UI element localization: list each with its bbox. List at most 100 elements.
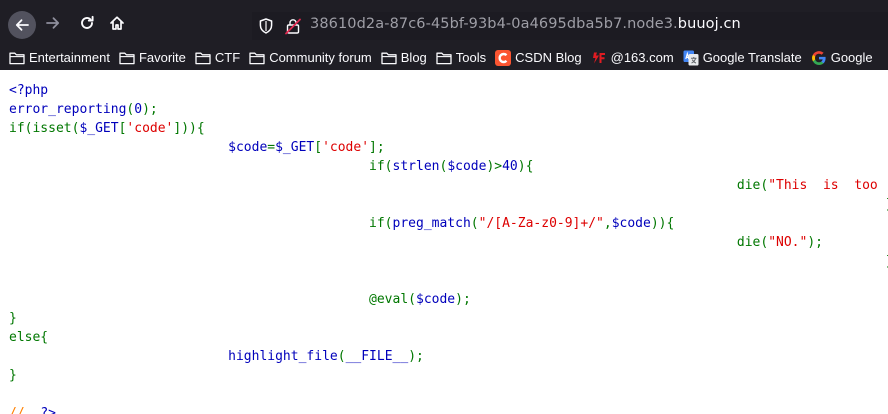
code-token: )> <box>486 159 503 174</box>
code-token: ); <box>455 292 471 307</box>
code-token: ?> <box>40 406 56 414</box>
code-token: 40 <box>502 159 518 174</box>
code-token: @eval( <box>9 292 416 307</box>
bookmark-label: @163.com <box>610 50 674 65</box>
code-token: , <box>603 216 612 231</box>
page-content: <?php error_reporting(0); if(isset($_GET['… <box>0 70 888 414</box>
bookmark-favorite[interactable]: Favorite <box>119 50 186 66</box>
bookmark-label: Blog <box>400 50 427 65</box>
code-token: ); <box>408 349 424 364</box>
code-token: $code <box>9 140 268 155</box>
code-line <box>9 385 888 404</box>
code-token: [ <box>314 140 323 155</box>
code-token: "This is too Long." <box>768 178 878 193</box>
bookmark-163-com[interactable]: @163.com <box>591 50 674 66</box>
bookmark-community-forum[interactable]: Community forum <box>249 50 372 66</box>
bookmark-blog[interactable]: Blog <box>381 50 427 66</box>
code-line: highlight_file(__FILE__); <box>9 347 888 366</box>
folder-icon <box>119 50 135 66</box>
insecure-lock-icon[interactable] <box>284 17 302 39</box>
browser-chrome: 38610d2a-87c6-45bf-93b4-0a4695dba5b7.nod… <box>0 0 888 70</box>
navigation-toolbar: 38610d2a-87c6-45bf-93b4-0a4695dba5b7.nod… <box>0 0 888 44</box>
code-token: 'code' <box>126 121 174 136</box>
home-button[interactable] <box>104 10 130 36</box>
code-token: )){ <box>650 216 675 231</box>
bookmark-ctf[interactable]: CTF <box>195 50 240 66</box>
code-line: } <box>9 195 888 214</box>
bookmark-entertainment[interactable]: Entertainment <box>9 50 110 66</box>
code-line: if(isset($_GET['code'])){ <box>9 119 888 138</box>
bookmark-label: Tools <box>455 50 487 65</box>
code-line: error_reporting(0); <box>9 100 888 119</box>
bookmark-tools[interactable]: Tools <box>436 50 486 66</box>
folder-icon <box>381 50 397 66</box>
bookmark-label: Entertainment <box>29 50 110 65</box>
url-path: 38610d2a-87c6-45bf-93b4-0a4695dba5b7.nod… <box>310 16 678 32</box>
code-token: if( <box>369 159 393 174</box>
back-button[interactable] <box>8 11 36 39</box>
code-token: ){ <box>517 159 534 174</box>
code-token: $_GET <box>275 140 315 155</box>
google-translate-icon <box>683 50 699 66</box>
code-token: ); <box>807 235 823 250</box>
code-line: die("This is too Long."); <box>9 176 888 195</box>
code-line: } <box>9 252 888 271</box>
code-token: ])){ <box>173 121 205 136</box>
bookmark-label: CSDN Blog <box>515 50 582 65</box>
csdn-logo-icon <box>495 50 512 66</box>
code-line: // ?> <box>9 404 888 414</box>
bookmark-google-translate[interactable]: Google Translate <box>683 50 802 66</box>
arrow-left-icon <box>14 17 30 33</box>
code-token: ( <box>337 349 346 364</box>
code-line: die("NO."); <box>9 233 888 252</box>
code-token: ]; <box>369 140 385 155</box>
bookmark-label: Favorite <box>138 50 186 65</box>
google-logo-icon <box>811 50 827 66</box>
php-source-code: <?php error_reporting(0); if(isset($_GET['… <box>9 81 888 414</box>
url-text[interactable]: 38610d2a-87c6-45bf-93b4-0a4695dba5b7.nod… <box>310 16 741 32</box>
home-icon <box>109 15 125 31</box>
code-token: } <box>9 254 888 269</box>
code-token: } <box>9 311 17 326</box>
code-token: // <box>9 406 41 414</box>
bookmark-csdn-blog[interactable]: CSDN Blog <box>495 50 582 66</box>
tracking-protection-shield-icon[interactable] <box>257 17 275 39</box>
code-token: ( <box>470 216 479 231</box>
code-token: ); <box>142 102 158 117</box>
bookmark-label: Community forum <box>269 50 372 65</box>
code-token: if( <box>369 216 393 231</box>
code-token: 'code' <box>322 140 370 155</box>
code-token: $code <box>416 292 456 307</box>
reload-icon <box>79 15 95 31</box>
bookmark-label: CTF <box>214 50 241 65</box>
code-line: $code=$_GET['code']; <box>9 138 888 157</box>
bookmark-label: Google Translate <box>702 50 802 65</box>
bookmarks-toolbar: Entertainment Favorite CTF Community forum B… <box>0 46 888 70</box>
folder-icon <box>249 50 265 66</box>
code-token: error_reporting <box>9 102 127 117</box>
code-token: die( <box>9 235 769 250</box>
bookmark-label: Google <box>830 50 873 65</box>
code-token: <?php <box>9 83 49 98</box>
address-bar[interactable]: 38610d2a-87c6-45bf-93b4-0a4695dba5b7.nod… <box>252 12 888 40</box>
forward-button[interactable] <box>40 10 66 36</box>
code-token: if(isset( <box>9 121 80 136</box>
folder-icon <box>436 50 452 66</box>
code-token: $_GET <box>79 121 119 136</box>
code-token: highlight_file <box>9 349 338 364</box>
code-token: = <box>267 140 276 155</box>
code-token: __FILE__ <box>345 349 409 364</box>
code-line <box>9 271 888 290</box>
code-token: die( <box>9 178 769 193</box>
arrow-right-icon <box>45 15 61 31</box>
reload-button[interactable] <box>74 10 100 36</box>
url-host: buuoj.cn <box>677 16 741 32</box>
code-token: else{ <box>9 330 49 345</box>
bookmark-google[interactable]: Google <box>811 50 873 66</box>
code-token: "/[A-Za-z0-9]+/" <box>478 216 604 231</box>
code-token: } <box>9 368 17 383</box>
code-line: } <box>9 366 888 385</box>
code-line: } <box>9 309 888 328</box>
